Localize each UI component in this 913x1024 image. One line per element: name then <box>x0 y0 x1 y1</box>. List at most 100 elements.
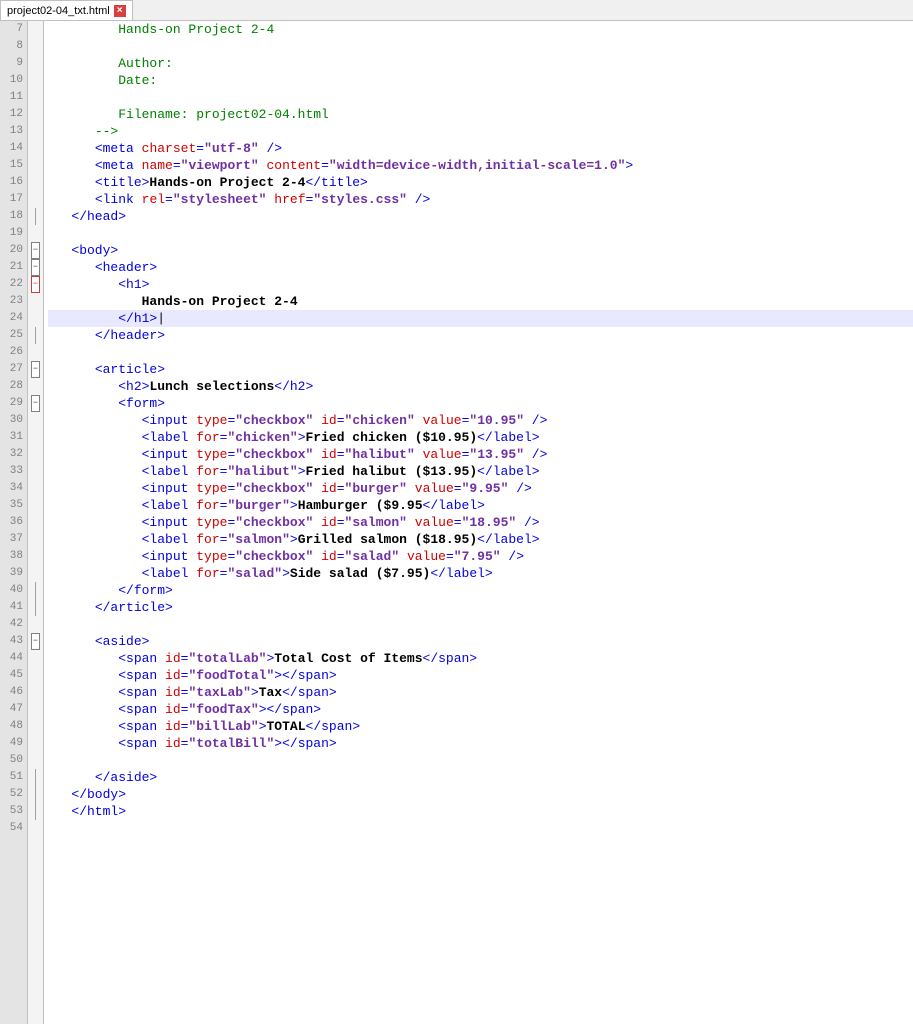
code-line[interactable]: Author: <box>48 55 913 72</box>
line-number: 15 <box>0 157 23 174</box>
line-number: 47 <box>0 701 23 718</box>
line-number: 29 <box>0 395 23 412</box>
line-number: 8 <box>0 38 23 55</box>
code-line[interactable]: <input type="checkbox" id="salad" value=… <box>48 548 913 565</box>
line-number: 33 <box>0 463 23 480</box>
code-line[interactable] <box>48 225 913 242</box>
line-number: 31 <box>0 429 23 446</box>
code-area[interactable]: Hands-on Project 2-4 Author: Date: Filen… <box>44 21 913 1024</box>
line-number: 14 <box>0 140 23 157</box>
code-line[interactable]: <label for="burger">Hamburger ($9.95</la… <box>48 497 913 514</box>
code-line[interactable]: <span id="foodTax"></span> <box>48 701 913 718</box>
code-line[interactable]: <aside> <box>48 633 913 650</box>
code-line[interactable]: <meta name="viewport" content="width=dev… <box>48 157 913 174</box>
code-line[interactable] <box>48 752 913 769</box>
fold-toggle-icon[interactable]: − <box>31 395 40 412</box>
fold-end-icon <box>35 769 36 786</box>
code-line[interactable]: </header> <box>48 327 913 344</box>
line-number: 44 <box>0 650 23 667</box>
fold-toggle-icon[interactable]: − <box>31 276 40 293</box>
code-line[interactable]: </head> <box>48 208 913 225</box>
fold-toggle-icon[interactable]: − <box>31 361 40 378</box>
line-number: 12 <box>0 106 23 123</box>
code-line[interactable]: <span id="foodTotal"></span> <box>48 667 913 684</box>
code-line[interactable]: <input type="checkbox" id="burger" value… <box>48 480 913 497</box>
line-number: 41 <box>0 599 23 616</box>
fold-toggle-icon[interactable]: − <box>31 242 40 259</box>
line-number: 50 <box>0 752 23 769</box>
tab-label: project02-04_txt.html <box>7 5 110 17</box>
line-number: 52 <box>0 786 23 803</box>
code-line[interactable]: <body> <box>48 242 913 259</box>
fold-toggle-icon[interactable]: − <box>31 259 40 276</box>
line-number: 51 <box>0 769 23 786</box>
code-line[interactable]: </article> <box>48 599 913 616</box>
code-line[interactable]: Filename: project02-04.html <box>48 106 913 123</box>
code-line[interactable] <box>48 38 913 55</box>
fold-gutter[interactable]: −−−−−− <box>28 21 44 1024</box>
code-line[interactable]: <header> <box>48 259 913 276</box>
code-line[interactable]: <link rel="stylesheet" href="styles.css"… <box>48 191 913 208</box>
line-number: 26 <box>0 344 23 361</box>
code-line[interactable]: </body> <box>48 786 913 803</box>
code-line[interactable]: <input type="checkbox" id="halibut" valu… <box>48 446 913 463</box>
code-line[interactable] <box>48 616 913 633</box>
tab-bar: project02-04_txt.html × <box>0 0 913 21</box>
code-line[interactable]: </aside> <box>48 769 913 786</box>
code-line[interactable]: </h1>| <box>48 310 913 327</box>
line-number-gutter: 7891011121314151617181920212223242526272… <box>0 21 28 1024</box>
line-number: 30 <box>0 412 23 429</box>
code-line[interactable] <box>48 344 913 361</box>
file-tab[interactable]: project02-04_txt.html × <box>0 0 133 20</box>
code-line[interactable]: <meta charset="utf-8" /> <box>48 140 913 157</box>
line-number: 11 <box>0 89 23 106</box>
line-number: 32 <box>0 446 23 463</box>
line-number: 13 <box>0 123 23 140</box>
editor[interactable]: 7891011121314151617181920212223242526272… <box>0 21 913 1024</box>
code-line[interactable]: <title>Hands-on Project 2-4</title> <box>48 174 913 191</box>
code-line[interactable]: Hands-on Project 2-4 <box>48 21 913 38</box>
code-line[interactable]: <h1> <box>48 276 913 293</box>
line-number: 16 <box>0 174 23 191</box>
code-line[interactable]: Hands-on Project 2-4 <box>48 293 913 310</box>
code-line[interactable]: <label for="salmon">Grilled salmon ($18.… <box>48 531 913 548</box>
line-number: 22 <box>0 276 23 293</box>
code-line[interactable]: <span id="billLab">TOTAL</span> <box>48 718 913 735</box>
code-line[interactable]: <input type="checkbox" id="chicken" valu… <box>48 412 913 429</box>
fold-toggle-icon[interactable]: − <box>31 633 40 650</box>
code-line[interactable]: <label for="chicken">Fried chicken ($10.… <box>48 429 913 446</box>
fold-end-icon <box>35 599 36 616</box>
line-number: 34 <box>0 480 23 497</box>
code-line[interactable]: <input type="checkbox" id="salmon" value… <box>48 514 913 531</box>
line-number: 38 <box>0 548 23 565</box>
line-number: 28 <box>0 378 23 395</box>
close-icon[interactable]: × <box>114 5 126 17</box>
fold-end-icon <box>35 803 36 820</box>
code-line[interactable]: <article> <box>48 361 913 378</box>
fold-end-icon <box>35 208 36 225</box>
code-line[interactable] <box>48 89 913 106</box>
code-line[interactable]: <span id="taxLab">Tax</span> <box>48 684 913 701</box>
line-number: 20 <box>0 242 23 259</box>
code-line[interactable]: <span id="totalBill"></span> <box>48 735 913 752</box>
line-number: 27 <box>0 361 23 378</box>
code-line[interactable]: --> <box>48 123 913 140</box>
line-number: 7 <box>0 21 23 38</box>
code-line[interactable]: <form> <box>48 395 913 412</box>
line-number: 43 <box>0 633 23 650</box>
line-number: 36 <box>0 514 23 531</box>
code-line[interactable]: </html> <box>48 803 913 820</box>
line-number: 54 <box>0 820 23 837</box>
fold-end-icon <box>35 582 36 599</box>
code-line[interactable]: <label for="salad">Side salad ($7.95)</l… <box>48 565 913 582</box>
line-number: 42 <box>0 616 23 633</box>
line-number: 17 <box>0 191 23 208</box>
code-line[interactable]: <label for="halibut">Fried halibut ($13.… <box>48 463 913 480</box>
line-number: 49 <box>0 735 23 752</box>
code-line[interactable] <box>48 820 913 837</box>
code-line[interactable]: Date: <box>48 72 913 89</box>
line-number: 40 <box>0 582 23 599</box>
code-line[interactable]: <span id="totalLab">Total Cost of Items<… <box>48 650 913 667</box>
code-line[interactable]: <h2>Lunch selections</h2> <box>48 378 913 395</box>
code-line[interactable]: </form> <box>48 582 913 599</box>
